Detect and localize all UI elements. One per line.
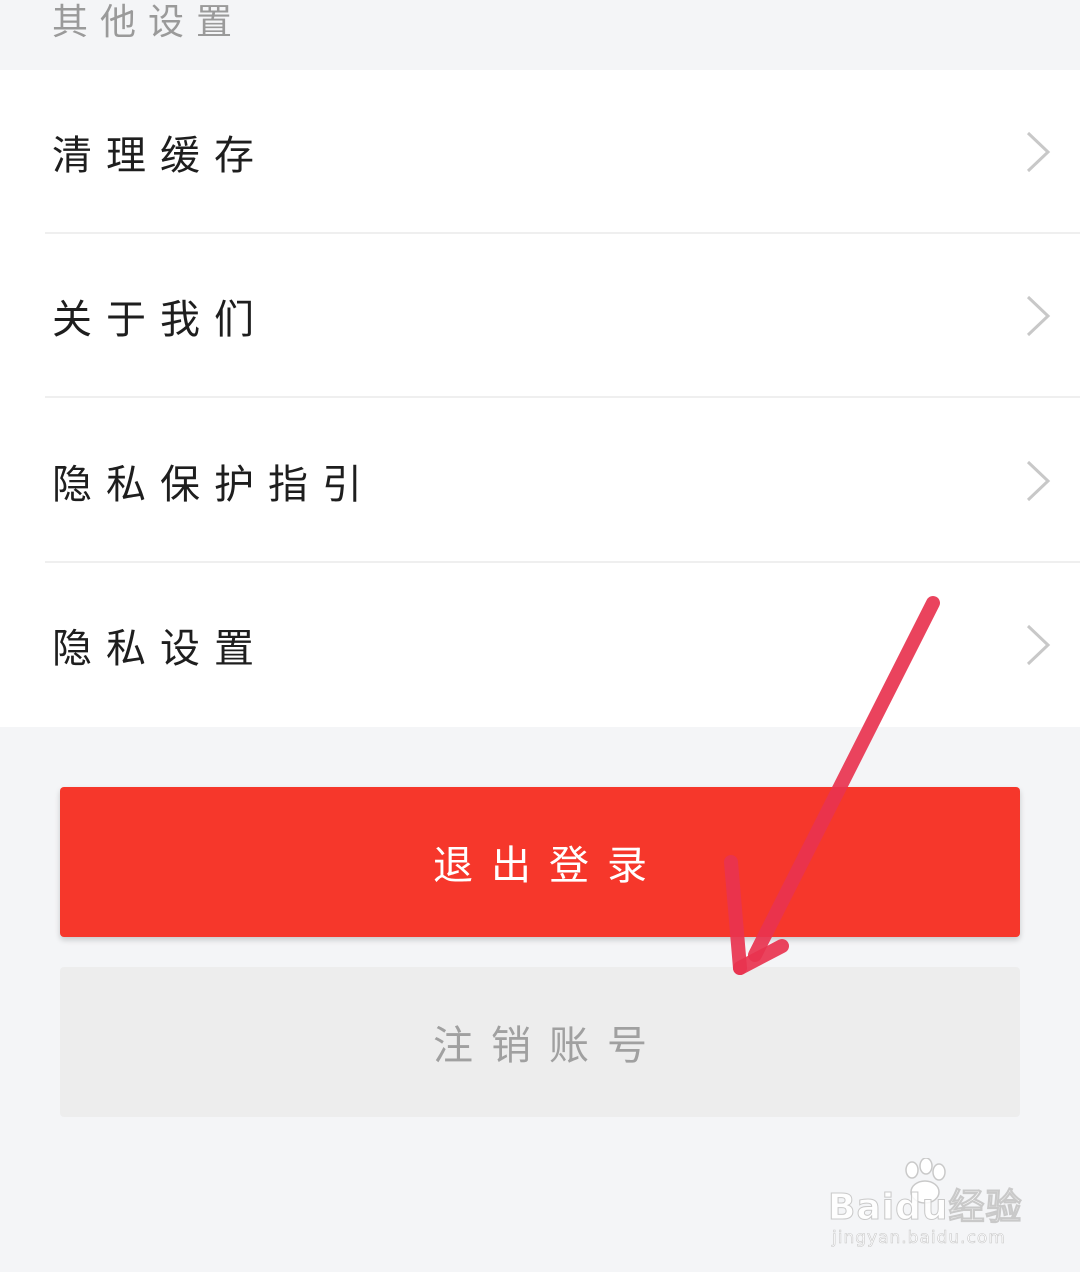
menu-item-privacy-settings[interactable]: 隐私设置 xyxy=(0,563,1080,727)
section-header: 其他设置 xyxy=(0,0,1080,70)
menu-item-label: 隐私保护指引 xyxy=(52,462,376,508)
menu-item-about-us[interactable]: 关于我们 xyxy=(0,234,1080,398)
chevron-right-icon xyxy=(1026,624,1051,666)
settings-menu: 清理缓存 关于我们 隐私保护指引 隐私设置 xyxy=(0,70,1080,727)
chevron-right-icon xyxy=(1026,131,1051,173)
section-title: 其他设置 xyxy=(52,2,245,43)
menu-item-clear-cache[interactable]: 清理缓存 xyxy=(0,70,1080,234)
cancel-account-button[interactable]: 注销账号 xyxy=(60,967,1020,1117)
logout-button-label: 退出登录 xyxy=(433,843,665,889)
watermark-url: jingyan.baidu.com xyxy=(832,1228,1006,1249)
cancel-account-button-label: 注销账号 xyxy=(433,1023,665,1069)
logout-button[interactable]: 退出登录 xyxy=(60,787,1020,937)
chevron-right-icon xyxy=(1026,295,1051,337)
chevron-right-icon xyxy=(1026,460,1051,502)
watermark-brand: Baidu经验 xyxy=(827,1187,1023,1229)
watermark: Baidu经验 jingyan.baidu.com xyxy=(827,1158,1028,1253)
menu-item-label: 隐私设置 xyxy=(52,626,268,672)
divider xyxy=(45,396,1080,398)
menu-item-privacy-guide[interactable]: 隐私保护指引 xyxy=(0,399,1080,563)
menu-item-label: 清理缓存 xyxy=(52,133,268,179)
menu-item-label: 关于我们 xyxy=(52,297,268,343)
